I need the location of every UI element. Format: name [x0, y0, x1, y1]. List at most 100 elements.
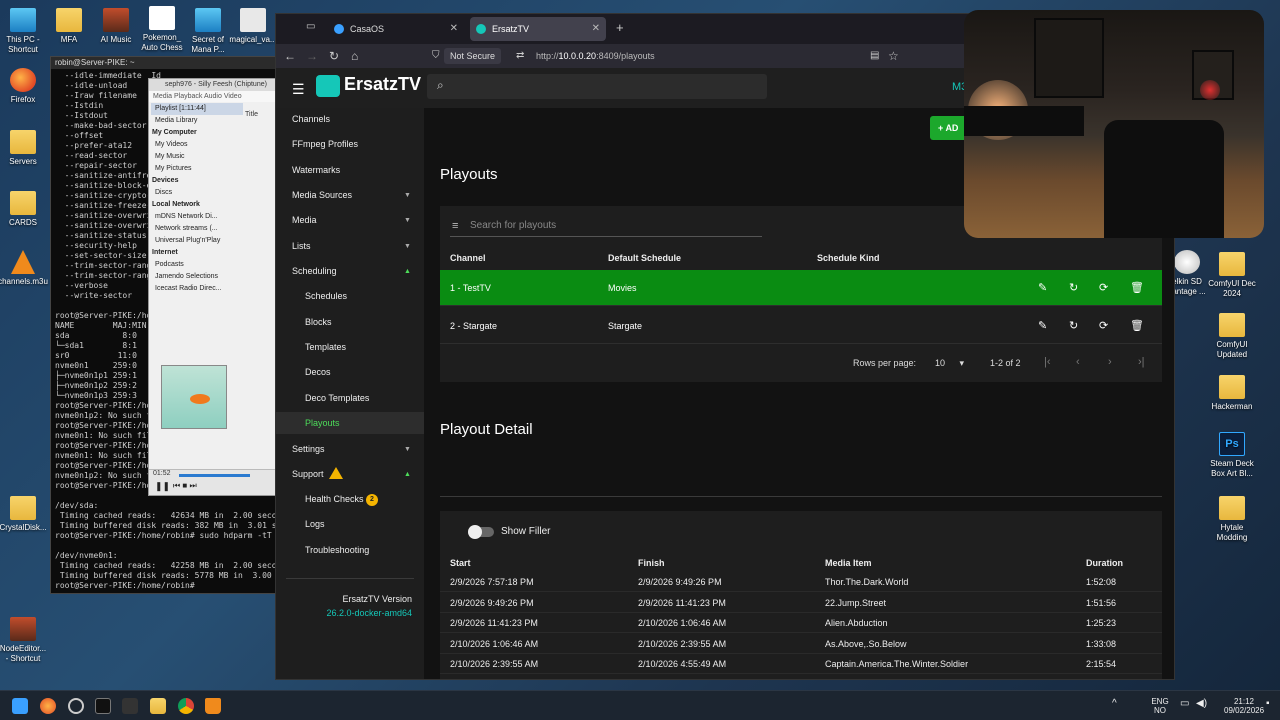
player-controls[interactable]: 01:52 ❚❚ ⏮ ■ ⏭ — [149, 469, 275, 495]
sidebar-item-templates[interactable]: Templates — [305, 342, 346, 352]
clock[interactable]: 21:12 09/02/2026 — [1224, 697, 1264, 715]
sidebar-item-ffmpeg-profiles[interactable]: FFmpeg Profiles — [292, 139, 358, 149]
detail-row[interactable]: 2/10/2026 4:55:49 AM 2/10/2026 7:06:14 AM… — [440, 675, 1162, 680]
chevron-up-icon[interactable]: ▲ — [404, 471, 411, 478]
terminal-icon[interactable] — [95, 698, 111, 714]
sidebar-item[interactable]: My Videos — [151, 139, 243, 151]
volume-icon[interactable]: ◀) — [1196, 699, 1207, 709]
reader-view-icon[interactable]: ▤ — [870, 44, 879, 68]
home-icon[interactable]: ⌂ — [351, 44, 358, 68]
sidebar-item[interactable]: Universal Plug'n'Play — [151, 235, 243, 247]
chevron-down-icon[interactable]: ▼ — [404, 446, 411, 453]
detail-column-header[interactable]: Start — [450, 558, 471, 568]
media-player-menu[interactable]: Media Playback Audio Video — [149, 91, 275, 102]
sidebar-item-troubleshooting[interactable]: Troubleshooting — [305, 545, 369, 555]
sidebar-item-logs[interactable]: Logs — [305, 519, 325, 529]
first-page-icon[interactable]: |‹ — [1044, 356, 1051, 368]
table-row[interactable]: 2 - Stargate Stargate ✎ ↻ ⟳ 🗑 — [440, 308, 1162, 344]
sidebar-item[interactable]: Podcasts — [151, 259, 243, 271]
windows-start-icon[interactable] — [12, 698, 28, 714]
pause-icon[interactable]: ❚❚ — [155, 481, 170, 492]
search-input[interactable]: ⌕ — [427, 74, 767, 99]
chevron-up-icon[interactable]: ▲ — [404, 268, 411, 275]
detail-column-header[interactable]: Duration — [1086, 558, 1123, 568]
sidebar-item[interactable]: My Music — [151, 151, 243, 163]
sidebar-item-media[interactable]: Media — [292, 215, 317, 225]
detail-row[interactable]: 2/9/2026 11:41:23 PM 2/10/2026 1:06:46 AM… — [440, 613, 1162, 633]
prev-icon[interactable]: ⏮ ■ ⏭ — [173, 481, 197, 491]
detail-column-header[interactable]: Finish — [638, 558, 665, 568]
media-player-window[interactable]: seph976 - Silly Feesh (Chiptune) Media P… — [148, 78, 276, 496]
notification-icon[interactable]: ▪ — [1266, 699, 1270, 709]
tab-overview-icon[interactable]: ▭ — [306, 21, 315, 32]
show-filler-toggle[interactable] — [468, 525, 494, 539]
sidebar-item[interactable]: Playlist [1:11:44] — [151, 103, 243, 115]
sidebar-item[interactable]: Media Library — [151, 115, 243, 127]
edit-icon[interactable]: ✎ — [1038, 308, 1047, 344]
desktop-icon-steam-deck[interactable]: Ps Steam Deck Box Art Bl... — [1197, 432, 1267, 479]
sidebar-item-media-sources[interactable]: Media Sources — [292, 190, 352, 200]
sidebar-item[interactable]: mDNS Network Di... — [151, 211, 243, 223]
sidebar-item-channels[interactable]: Channels — [292, 114, 330, 124]
permissions-icon[interactable]: ⇄ — [516, 44, 524, 68]
detail-row[interactable]: 2/10/2026 2:39:55 AM 2/10/2026 4:55:49 AM… — [440, 654, 1162, 674]
sidebar-item-deco-templates[interactable]: Deco Templates — [305, 393, 369, 403]
sidebar-item[interactable]: Icecast Radio Direc... — [151, 283, 243, 295]
sidebar-item[interactable]: Jamendo Selections — [151, 271, 243, 283]
sidebar-item[interactable]: My Pictures — [151, 163, 243, 175]
app-title[interactable]: ErsatzTV — [344, 74, 421, 95]
detail-row[interactable]: 2/9/2026 9:49:26 PM 2/9/2026 11:41:23 PM 2… — [440, 593, 1162, 613]
chevron-down-icon[interactable]: ▼ — [404, 243, 411, 250]
sidebar-item-decos[interactable]: Decos — [305, 367, 331, 377]
network-icon[interactable]: ▭ — [1180, 699, 1189, 709]
vlc-icon[interactable] — [205, 698, 221, 714]
column-header[interactable]: Channel — [450, 253, 486, 263]
sidebar-item[interactable]: Network streams (... — [151, 223, 243, 235]
seek-bar[interactable] — [179, 474, 250, 477]
shield-icon[interactable]: ⛉ — [432, 44, 440, 68]
close-icon[interactable]: ✕ — [450, 17, 458, 41]
reset-icon[interactable]: ↻ — [1069, 270, 1078, 306]
app-icon[interactable] — [68, 698, 84, 714]
new-tab-icon[interactable]: + — [616, 20, 624, 35]
desktop-icon-comfyui-updated[interactable]: ComfyUI Updated — [1197, 313, 1267, 360]
sidebar-item-playouts[interactable]: Playouts — [305, 418, 340, 428]
media-player-sidebar[interactable]: Playlist [1:11:44] Media Library My Comput… — [151, 103, 243, 295]
sidebar-item-lists[interactable]: Lists — [292, 241, 311, 251]
column-header[interactable]: Schedule Kind — [817, 253, 880, 263]
rows-per-page-select[interactable]: 10 ▾ — [935, 358, 964, 369]
tray-chevron-icon[interactable]: ^ — [1112, 699, 1117, 709]
sidebar-item-settings[interactable]: Settings — [292, 444, 325, 454]
refresh-icon[interactable]: ⟳ — [1099, 308, 1108, 344]
sidebar-item-scheduling[interactable]: Scheduling — [292, 266, 337, 276]
edit-icon[interactable]: ✎ — [1038, 270, 1047, 306]
address-field[interactable]: http://10.0.0.20:8409/playouts — [536, 44, 655, 68]
reload-icon[interactable]: ↻ — [329, 44, 339, 68]
delete-icon[interactable]: 🗑 — [1130, 270, 1144, 306]
sidebar-item[interactable]: Discs — [151, 187, 243, 199]
table-row[interactable]: 1 - TestTV Movies ✎ ↻ ⟳ 🗑 — [440, 270, 1162, 306]
detail-column-header[interactable]: Media Item — [825, 558, 872, 568]
close-icon[interactable]: ✕ — [592, 17, 600, 41]
sidebar-item-health-checks[interactable]: Health Checks — [305, 494, 364, 504]
column-header[interactable]: Default Schedule — [608, 253, 681, 263]
reset-icon[interactable]: ↻ — [1069, 308, 1078, 344]
detail-row[interactable]: 2/10/2026 1:06:46 AM 2/10/2026 2:39:55 AM… — [440, 634, 1162, 654]
playout-search-input[interactable]: Search for playouts — [470, 220, 556, 231]
file-explorer-icon[interactable] — [150, 698, 166, 714]
chevron-down-icon[interactable]: ▼ — [404, 192, 411, 199]
delete-icon[interactable]: 🗑 — [1130, 308, 1144, 344]
prev-page-icon[interactable]: ‹ — [1076, 356, 1080, 368]
sidebar-item-watermarks[interactable]: Watermarks — [292, 165, 340, 175]
forward-icon[interactable]: → — [306, 44, 318, 68]
desktop-icon-nodeeditor[interactable]: NodeEditor... - Shortcut — [0, 617, 58, 664]
desktop-icon-hackerman[interactable]: Hackerman — [1197, 375, 1267, 412]
firefox-icon[interactable] — [40, 698, 56, 714]
sidebar-item-schedules[interactable]: Schedules — [305, 291, 347, 301]
chevron-down-icon[interactable]: ▼ — [404, 217, 411, 224]
desktop-icon-comfyui-dec[interactable]: ComfyUI Dec 2024 — [1197, 252, 1267, 299]
sidebar-item-support[interactable]: Support — [292, 469, 324, 479]
chrome-icon[interactable] — [178, 698, 194, 714]
language-indicator[interactable]: ENG NO — [1150, 697, 1170, 715]
desktop-icon-hytale[interactable]: Hytale Modding — [1197, 496, 1267, 543]
